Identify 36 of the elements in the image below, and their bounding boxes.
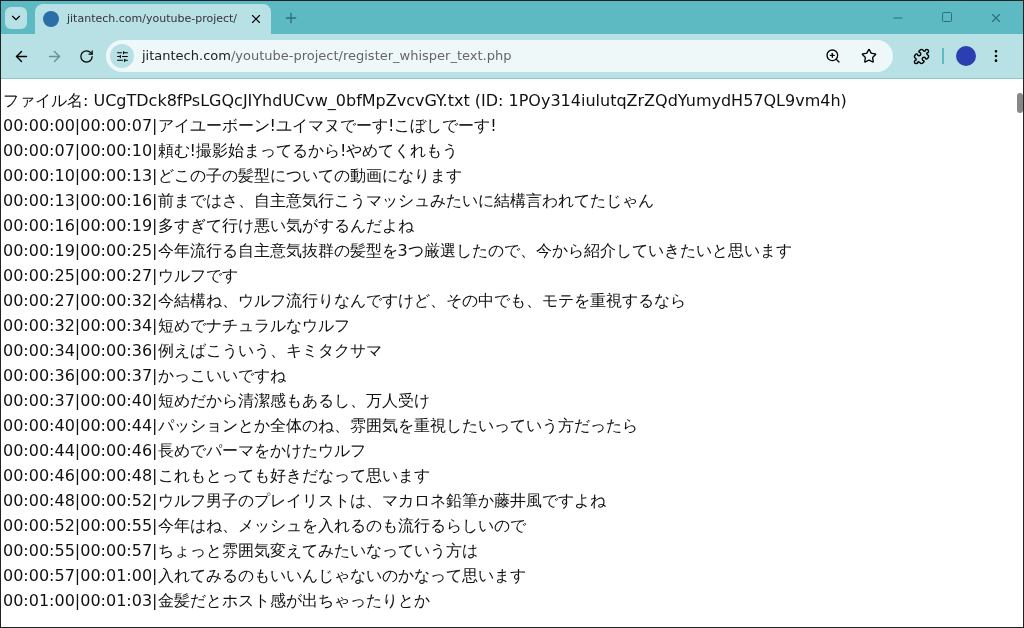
tab-title: jitantech.com/youtube-project/ [67,10,239,27]
site-info-icon[interactable] [110,44,134,68]
close-icon[interactable] [249,12,263,26]
transcript-line: 00:00:48|00:00:52|ウルフ男子のプレイリストは、マカロネ鉛筆か藤井風ですよね [3,490,606,512]
scrollbar-thumb[interactable] [1017,93,1023,113]
profile-avatar[interactable] [956,46,976,66]
transcript-line: 00:00:37|00:00:40|短めだから清潔感もあるし、万人受け [3,390,430,412]
transcript-line: 00:00:10|00:00:13|どこの子の髪型についての動画になります [3,165,462,187]
url-text: jitantech.com/youtube-project/register_whisper_text.php [142,47,513,66]
transcript-line: 00:00:57|00:01:00|入れてみるのもいいんじゃないのかなって思います [3,565,526,587]
file-name-heading: ファイル名: UCgTDck8fPsLGQcJIYhdUCvw_0bfMpZvcvGY.txt (ID: 1POy314iulutqZrZQdYumydH57QL9vm4h) [3,90,847,112]
transcript-line: 00:00:32|00:00:34|短めでナチュラルなウルフ [3,315,350,337]
star-icon[interactable] [861,48,877,64]
browser-tab[interactable]: jitantech.com/youtube-project/ [35,4,271,34]
address-bar[interactable]: jitantech.com/youtube-project/register_whisper_text.php [106,40,893,72]
transcript-line: 00:00:13|00:00:16|前まではさ、自主意気行こうマッシュみたいに結構言われてたじゃん [3,190,654,212]
transcript-line: 00:00:34|00:00:36|例えばこういう、キミタクサマ [3,340,382,362]
tab-search-button[interactable] [5,6,27,29]
transcript-line: 00:00:27|00:00:32|今結構ね、ウルフ流行りなんですけど、その中でも、モテを重視するなら [3,290,686,312]
transcript-line: 00:00:19|00:00:25|今年流行る自主意気抜群の髪型を3つ厳選したので、今から紹介していきたいと思います [3,240,792,262]
transcript-line: 00:00:00|00:00:07|アイユーボーン!ユイマヌでーす!こぼしでーす! [3,115,497,137]
transcript-line: 00:00:25|00:00:27|ウルフです [3,265,238,287]
extensions-icon[interactable] [913,47,930,65]
transcript-line: 00:00:07|00:00:10|頼む!撮影始まってるから!やめてくれもう [3,140,459,162]
transcript-line: 00:00:16|00:00:19|多すぎて行け悪い気がするんだよね [3,215,414,237]
transcript-line: 00:00:36|00:00:37|かっこいいですね [3,365,286,387]
transcript-line: 00:00:55|00:00:57|ちょっと雰囲気変えてみたいなっていう方は [3,540,478,562]
transcript-line: 00:00:44|00:00:46|長めでパーマをかけたウルフ [3,440,366,462]
maximize-icon[interactable] [941,10,953,23]
transcript-line: 00:00:52|00:00:55|今年はね、メッシュを入れるのも流行るらしいので [3,515,526,537]
transcript-line: 00:00:40|00:00:44|パッションとか全体のね、雰囲気を重視したいっていう方だったら [3,415,638,437]
zoom-icon[interactable] [825,48,841,64]
site-favicon-icon [43,11,59,27]
transcript-line: 00:00:46|00:00:48|これもとっても好きだなって思います [3,465,430,487]
reload-icon[interactable] [79,48,94,64]
transcript-line: 00:01:00|00:01:03|金髪だとホスト感が出ちゃったりとか [3,590,430,612]
